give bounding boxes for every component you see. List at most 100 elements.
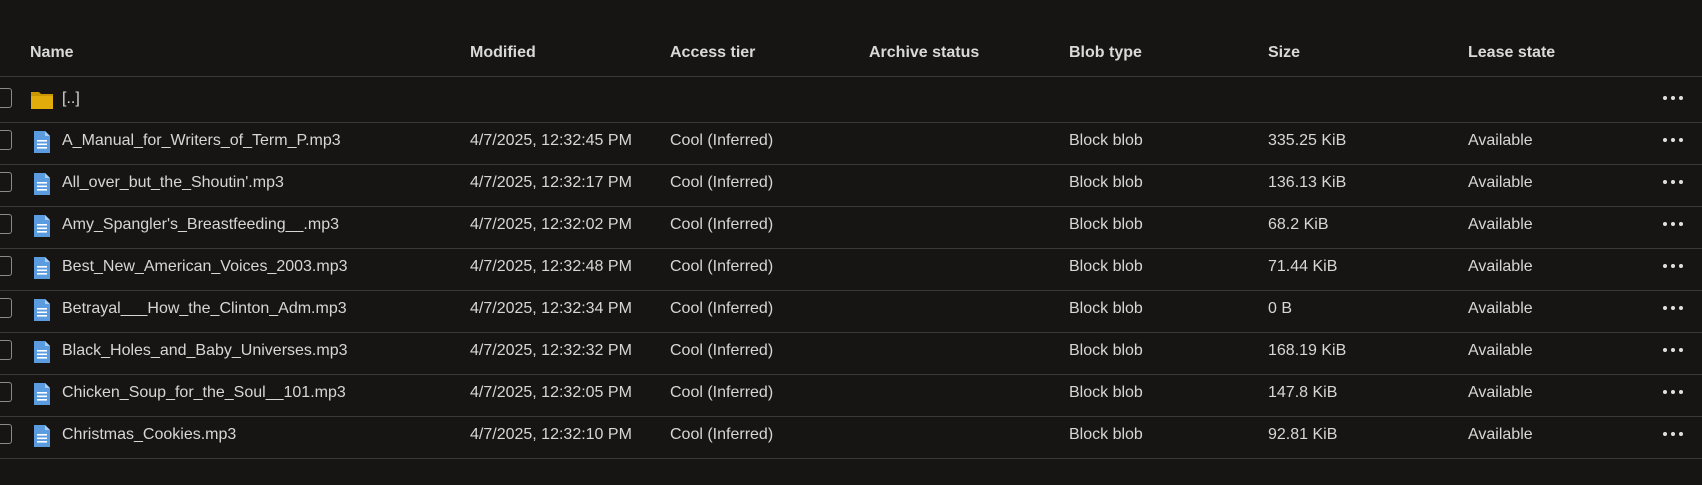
folder-icon	[31, 92, 53, 109]
more-actions-button[interactable]	[1656, 127, 1690, 153]
more-dot-icon	[1679, 432, 1683, 436]
column-header-lease-state[interactable]: Lease state	[1468, 44, 1555, 62]
blob-row[interactable]: Amy_Spangler's_Breastfeeding__.mp3 4/7/2…	[0, 203, 1702, 249]
more-dot-icon	[1663, 432, 1667, 436]
file-icon	[34, 383, 50, 405]
more-dot-icon	[1663, 390, 1667, 394]
more-dot-icon	[1663, 96, 1667, 100]
more-dot-icon	[1663, 264, 1667, 268]
blob-size: 0 B	[1268, 300, 1293, 317]
more-dot-icon	[1671, 96, 1675, 100]
more-dot-icon	[1679, 390, 1683, 394]
blob-lease-state: Available	[1468, 300, 1533, 317]
row-checkbox[interactable]	[0, 340, 12, 360]
more-dot-icon	[1663, 180, 1667, 184]
more-dot-icon	[1671, 180, 1675, 184]
blob-modified: 4/7/2025, 12:32:32 PM	[470, 342, 632, 359]
blob-size: 68.2 KiB	[1268, 216, 1329, 233]
blob-row[interactable]: All_over_but_the_Shoutin'.mp3 4/7/2025, …	[0, 161, 1702, 207]
blob-row[interactable]: Best_New_American_Voices_2003.mp3 4/7/20…	[0, 245, 1702, 291]
more-dot-icon	[1671, 432, 1675, 436]
row-checkbox[interactable]	[0, 88, 12, 108]
row-checkbox[interactable]	[0, 298, 12, 318]
blob-lease-state: Available	[1468, 258, 1533, 275]
blob-row[interactable]: Chicken_Soup_for_the_Soul__101.mp3 4/7/2…	[0, 371, 1702, 417]
row-checkbox[interactable]	[0, 256, 12, 276]
blob-name[interactable]: Betrayal___How_the_Clinton_Adm.mp3	[62, 300, 347, 318]
more-dot-icon	[1671, 222, 1675, 226]
row-checkbox[interactable]	[0, 214, 12, 234]
blob-type: Block blob	[1069, 426, 1143, 443]
blob-type: Block blob	[1069, 216, 1143, 233]
more-dot-icon	[1679, 222, 1683, 226]
more-dot-icon	[1663, 138, 1667, 142]
blob-name[interactable]: Amy_Spangler's_Breastfeeding__.mp3	[62, 216, 339, 234]
blob-type: Block blob	[1069, 258, 1143, 275]
blob-type: Block blob	[1069, 384, 1143, 401]
blob-row[interactable]: Christmas_Cookies.mp3 4/7/2025, 12:32:10…	[0, 413, 1702, 459]
column-header-size[interactable]: Size	[1268, 44, 1300, 62]
row-checkbox[interactable]	[0, 172, 12, 192]
more-actions-button[interactable]	[1656, 379, 1690, 405]
file-icon	[34, 215, 50, 237]
more-dot-icon	[1663, 306, 1667, 310]
file-icon	[34, 341, 50, 363]
blob-lease-state: Available	[1468, 426, 1533, 443]
column-header-access-tier[interactable]: Access tier	[670, 44, 755, 62]
column-header-blob-type[interactable]: Blob type	[1069, 44, 1142, 62]
file-icon	[34, 257, 50, 279]
more-dot-icon	[1679, 96, 1683, 100]
row-checkbox[interactable]	[0, 130, 12, 150]
blob-modified: 4/7/2025, 12:32:45 PM	[470, 132, 632, 149]
blob-name[interactable]: Black_Holes_and_Baby_Universes.mp3	[62, 342, 348, 360]
more-actions-button[interactable]	[1656, 85, 1690, 111]
column-header-archive-status[interactable]: Archive status	[869, 44, 979, 62]
blob-lease-state: Available	[1468, 342, 1533, 359]
more-dot-icon	[1671, 264, 1675, 268]
more-dot-icon	[1671, 306, 1675, 310]
column-header-modified[interactable]: Modified	[470, 44, 536, 62]
blob-size: 335.25 KiB	[1268, 132, 1347, 149]
blob-name[interactable]: Chicken_Soup_for_the_Soul__101.mp3	[62, 384, 346, 402]
blob-lease-state: Available	[1468, 174, 1533, 191]
row-checkbox[interactable]	[0, 382, 12, 402]
blob-lease-state: Available	[1468, 384, 1533, 401]
blob-name[interactable]: All_over_but_the_Shoutin'.mp3	[62, 174, 284, 192]
more-actions-button[interactable]	[1656, 169, 1690, 195]
blob-modified: 4/7/2025, 12:32:10 PM	[470, 426, 632, 443]
parent-folder-label[interactable]: [..]	[62, 90, 80, 108]
blob-lease-state: Available	[1468, 216, 1533, 233]
more-dot-icon	[1671, 390, 1675, 394]
blob-access-tier: Cool (Inferred)	[670, 216, 774, 233]
more-dot-icon	[1679, 180, 1683, 184]
row-checkbox[interactable]	[0, 424, 12, 444]
blob-size: 168.19 KiB	[1268, 342, 1347, 359]
more-actions-button[interactable]	[1656, 337, 1690, 363]
more-actions-button[interactable]	[1656, 211, 1690, 237]
blob-size: 92.81 KiB	[1268, 426, 1338, 443]
more-dot-icon	[1663, 222, 1667, 226]
more-dot-icon	[1679, 348, 1683, 352]
blob-access-tier: Cool (Inferred)	[670, 342, 774, 359]
blob-name[interactable]: A_Manual_for_Writers_of_Term_P.mp3	[62, 132, 341, 150]
more-actions-button[interactable]	[1656, 253, 1690, 279]
blob-modified: 4/7/2025, 12:32:34 PM	[470, 300, 632, 317]
more-dot-icon	[1679, 306, 1683, 310]
blob-modified: 4/7/2025, 12:32:17 PM	[470, 174, 632, 191]
blob-type: Block blob	[1069, 132, 1143, 149]
blob-name[interactable]: Christmas_Cookies.mp3	[62, 426, 236, 444]
blob-name[interactable]: Best_New_American_Voices_2003.mp3	[62, 258, 348, 276]
column-header-name[interactable]: Name	[30, 44, 74, 62]
blob-row[interactable]: Black_Holes_and_Baby_Universes.mp3 4/7/2…	[0, 329, 1702, 375]
more-actions-button[interactable]	[1656, 421, 1690, 447]
file-icon	[34, 131, 50, 153]
blob-access-tier: Cool (Inferred)	[670, 384, 774, 401]
blob-row[interactable]: A_Manual_for_Writers_of_Term_P.mp3 4/7/2…	[0, 119, 1702, 165]
blob-type: Block blob	[1069, 174, 1143, 191]
more-dot-icon	[1679, 138, 1683, 142]
more-actions-button[interactable]	[1656, 295, 1690, 321]
blob-row[interactable]: Betrayal___How_the_Clinton_Adm.mp3 4/7/2…	[0, 287, 1702, 333]
parent-folder-row[interactable]: [..]	[0, 77, 1702, 123]
blob-modified: 4/7/2025, 12:32:02 PM	[470, 216, 632, 233]
blob-size: 71.44 KiB	[1268, 258, 1338, 275]
